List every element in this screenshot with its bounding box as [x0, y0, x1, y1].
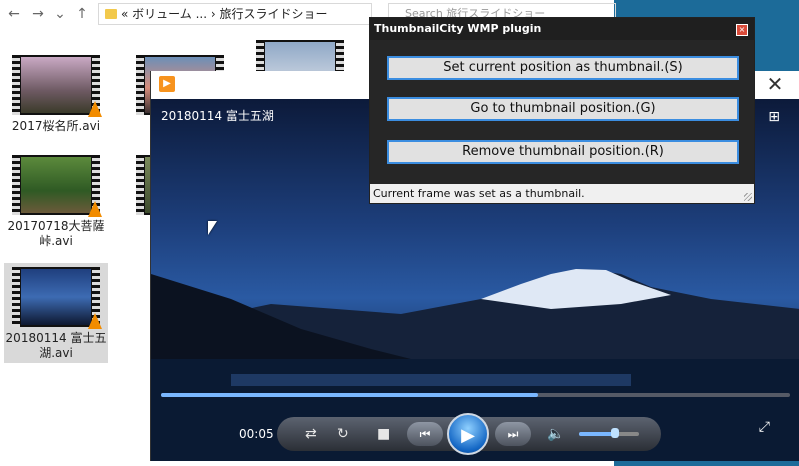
seek-bar[interactable]: [161, 393, 790, 397]
previous-icon[interactable]: ⏮: [407, 422, 443, 446]
seek-progress: [161, 393, 539, 397]
address-bar[interactable]: « ボリューム ... › 旅行スライドショー: [98, 3, 372, 25]
avi-badge-icon: [88, 101, 102, 117]
mouse-cursor-icon: [208, 221, 217, 235]
volume-slider[interactable]: [579, 428, 639, 438]
elapsed-time: 00:05: [239, 427, 274, 441]
remove-thumbnail-button[interactable]: Remove thumbnail position.(R): [387, 140, 739, 164]
switch-layout-icon[interactable]: ⊞: [768, 109, 780, 125]
address-text: « ボリューム ... › 旅行スライドショー: [121, 7, 328, 21]
avi-badge-icon: [88, 201, 102, 217]
video-thumbnail: [12, 267, 102, 329]
up-arrow-icon[interactable]: ↑: [72, 4, 92, 24]
folder-icon: [105, 9, 117, 19]
volume-level: [579, 432, 615, 436]
file-item[interactable]: 2017桜名所.avi: [4, 55, 108, 134]
set-thumbnail-button[interactable]: Set current position as thumbnail.(S): [387, 56, 739, 80]
fullscreen-icon[interactable]: ⤢: [759, 419, 770, 435]
resize-grip-icon[interactable]: [744, 193, 752, 201]
close-icon[interactable]: ✕: [759, 73, 791, 97]
recent-chevron-icon[interactable]: ⌄: [50, 4, 70, 24]
avi-badge-icon: [88, 313, 102, 329]
stop-icon[interactable]: ■: [377, 425, 390, 443]
file-name: 20180114 富士五湖.avi: [5, 331, 107, 360]
plugin-window: ThumbnailCity WMP plugin × Set current p…: [369, 17, 755, 204]
file-name: 2017桜名所.avi: [11, 119, 101, 133]
video-title: 20180114 富士五湖: [161, 109, 274, 123]
shuffle-icon[interactable]: ⇄: [305, 425, 317, 443]
media-player-icon: ▶: [159, 76, 175, 92]
file-item-selected[interactable]: 20180114 富士五湖.avi: [4, 263, 108, 363]
video-thumbnail: [12, 55, 102, 117]
mute-icon[interactable]: 🔈: [547, 425, 564, 443]
play-icon[interactable]: ▶: [447, 413, 489, 455]
video-thumbnail: [12, 155, 102, 217]
file-item[interactable]: 20170718大菩薩峠.avi: [4, 155, 108, 249]
plugin-title: ThumbnailCity WMP plugin: [370, 18, 754, 40]
plugin-button-panel: Set current position as thumbnail.(S) Go…: [370, 40, 754, 184]
back-arrow-icon[interactable]: ←: [4, 4, 24, 24]
forward-arrow-icon[interactable]: →: [28, 4, 48, 24]
close-icon[interactable]: ×: [736, 24, 748, 36]
volume-thumb[interactable]: [611, 428, 619, 438]
repeat-icon[interactable]: ↻: [337, 425, 349, 443]
go-to-thumbnail-button[interactable]: Go to thumbnail position.(G): [387, 97, 739, 121]
status-text: Current frame was set as a thumbnail.: [373, 187, 585, 200]
next-icon[interactable]: ⏭: [495, 422, 531, 446]
file-name: 20170718大菩薩峠.avi: [7, 219, 105, 248]
